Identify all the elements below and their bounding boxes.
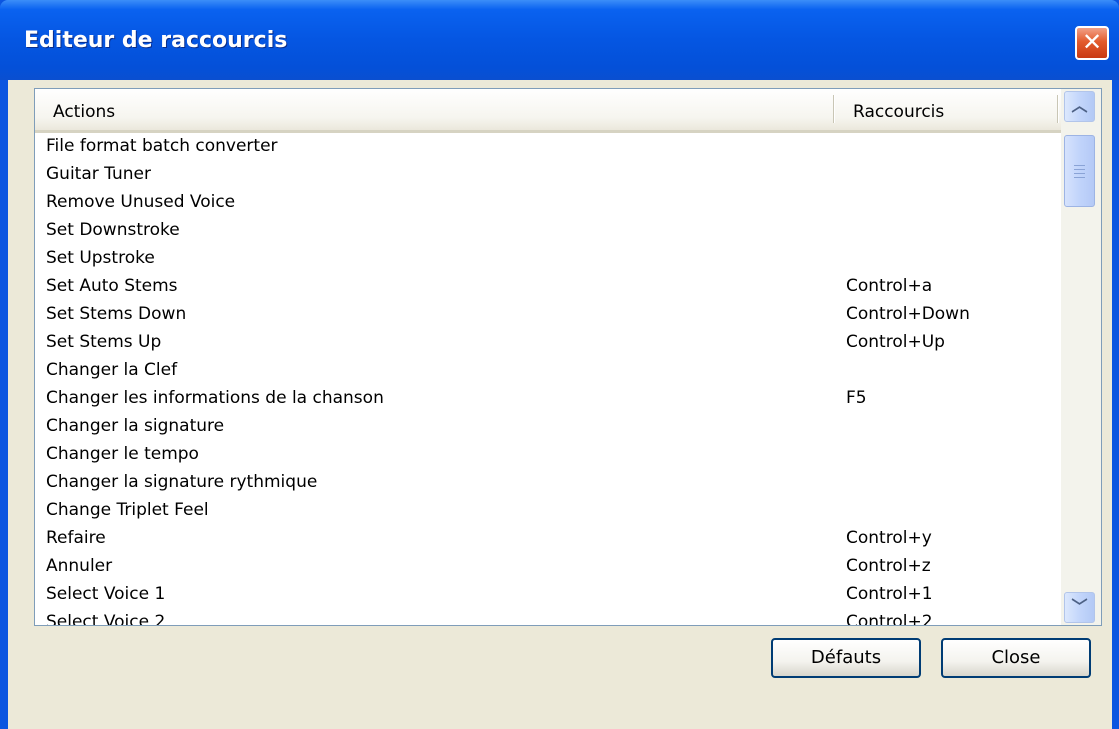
- grip-line: [1074, 173, 1085, 174]
- list-item[interactable]: Select Voice 1 Control+1: [35, 581, 1061, 609]
- shortcut-value: Control+2: [846, 612, 933, 626]
- list-item[interactable]: Refaire Control+y: [35, 525, 1061, 553]
- window-title: Editeur de raccourcis: [24, 28, 288, 53]
- list-item[interactable]: File format batch converter: [35, 133, 1061, 161]
- list-item[interactable]: Changer les informations de la chanson F5: [35, 385, 1061, 413]
- list-item[interactable]: Set Stems Down Control+Down: [35, 301, 1061, 329]
- list-item[interactable]: Select Voice 2 Control+2: [35, 609, 1061, 626]
- list-item[interactable]: Annuler Control+z: [35, 553, 1061, 581]
- action-name: File format batch converter: [46, 136, 278, 156]
- close-button[interactable]: Close: [941, 638, 1091, 678]
- action-name: Changer la signature: [46, 416, 225, 436]
- shortcut-value: F5: [846, 388, 867, 408]
- list-item[interactable]: Change Triplet Feel: [35, 497, 1061, 525]
- action-name: Set Upstroke: [46, 248, 155, 268]
- action-name: Changer la signature rythmique: [46, 472, 318, 492]
- shortcut-value: Control+Down: [846, 304, 970, 324]
- shortcut-value: Control+y: [846, 528, 932, 548]
- chevron-up-icon: ︿: [1071, 96, 1088, 115]
- action-name: Set Stems Down: [46, 304, 187, 324]
- shortcut-value: Control+a: [846, 276, 933, 296]
- close-icon: ✕: [1081, 28, 1103, 56]
- list-item[interactable]: Set Stems Up Control+Up: [35, 329, 1061, 357]
- grip-line: [1074, 177, 1085, 178]
- dialog-body: Actions Raccourcis File format batch con…: [8, 80, 1112, 729]
- grip-line: [1074, 165, 1085, 166]
- action-name: Changer les informations de la chanson: [46, 388, 384, 408]
- list-item[interactable]: Set Downstroke: [35, 217, 1061, 245]
- action-name: Select Voice 1: [46, 584, 166, 604]
- column-divider[interactable]: [1057, 95, 1059, 123]
- shortcut-value: Control+Up: [846, 332, 945, 352]
- shortcut-editor-window: Editeur de raccourcis ✕ Actions Raccourc…: [0, 0, 1119, 729]
- list-header: Actions Raccourcis: [35, 89, 1061, 133]
- list-item[interactable]: Remove Unused Voice: [35, 189, 1061, 217]
- grip-line: [1074, 169, 1085, 170]
- list-item[interactable]: Changer la Clef: [35, 357, 1061, 385]
- column-header-actions[interactable]: Actions: [53, 102, 115, 122]
- close-window-button[interactable]: ✕: [1075, 26, 1109, 60]
- action-name: Remove Unused Voice: [46, 192, 236, 212]
- list-item[interactable]: Set Auto Stems Control+a: [35, 273, 1061, 301]
- column-header-shortcuts[interactable]: Raccourcis: [853, 102, 944, 122]
- scroll-down-button[interactable]: ﹀: [1064, 592, 1095, 623]
- action-name: Select Voice 2: [46, 612, 166, 626]
- list-item[interactable]: Guitar Tuner: [35, 161, 1061, 189]
- list-item[interactable]: Changer le tempo: [35, 441, 1061, 469]
- action-name: Set Stems Up: [46, 332, 162, 352]
- list-item[interactable]: Changer la signature: [35, 413, 1061, 441]
- scroll-up-button[interactable]: ︿: [1064, 91, 1095, 122]
- list-item[interactable]: Changer la signature rythmique: [35, 469, 1061, 497]
- action-name: Changer la Clef: [46, 360, 178, 380]
- action-name: Annuler: [46, 556, 113, 576]
- chevron-down-icon: ﹀: [1071, 597, 1088, 616]
- action-name: Set Downstroke: [46, 220, 180, 240]
- action-name: Change Triplet Feel: [46, 500, 209, 520]
- shortcut-list: Actions Raccourcis File format batch con…: [34, 88, 1102, 626]
- action-name: Refaire: [46, 528, 106, 548]
- scroll-thumb[interactable]: [1064, 135, 1095, 207]
- list-rows: File format batch converter Guitar Tuner R…: [35, 133, 1061, 626]
- shortcut-value: Control+1: [846, 584, 933, 604]
- action-name: Set Auto Stems: [46, 276, 178, 296]
- list-item[interactable]: Set Upstroke: [35, 245, 1061, 273]
- vertical-scrollbar[interactable]: ︿ ﹀: [1061, 89, 1101, 625]
- action-name: Changer le tempo: [46, 444, 199, 464]
- defaults-button[interactable]: Défauts: [771, 638, 921, 678]
- title-bar[interactable]: Editeur de raccourcis ✕: [0, 0, 1119, 80]
- column-divider[interactable]: [833, 95, 835, 123]
- shortcut-value: Control+z: [846, 556, 931, 576]
- action-name: Guitar Tuner: [46, 164, 151, 184]
